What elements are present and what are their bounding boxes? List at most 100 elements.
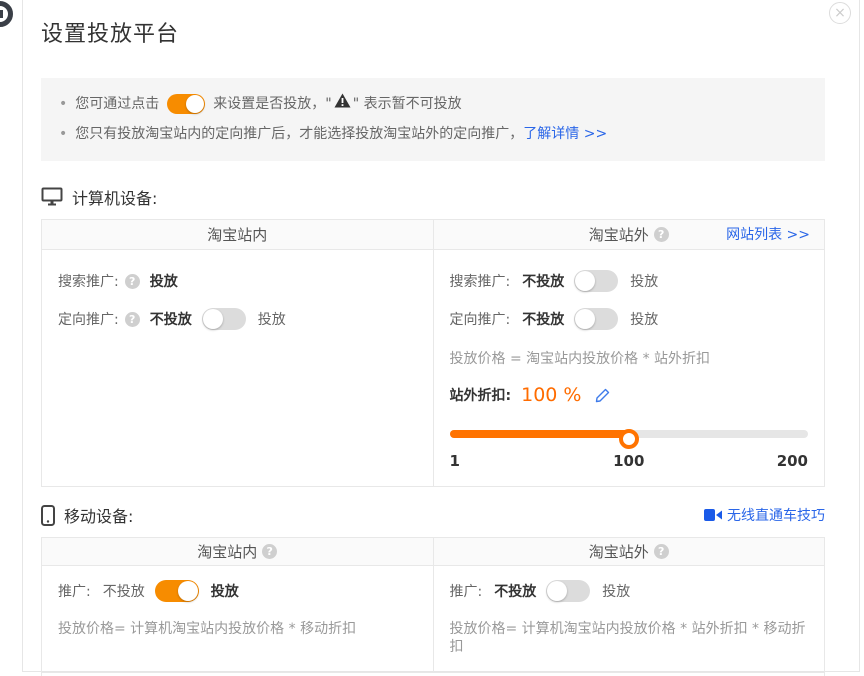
toggle-knob	[186, 95, 204, 113]
header-label: 淘宝站内	[207, 224, 267, 245]
promo-on-label: 投放	[211, 581, 239, 601]
header-label: 淘宝站外	[589, 541, 649, 562]
mobile-onsite-formula: 投放价格= 计算机淘宝站内投放价格 * 移动折扣	[58, 620, 417, 638]
mobile-section-title: 移动设备:	[64, 503, 133, 527]
wireless-tips-link[interactable]: 无线直通车技巧	[704, 505, 825, 525]
target-promo-row: 定向推广: ? 不投放 投放	[58, 308, 417, 330]
slider-max-label: 200	[777, 452, 808, 470]
screen: × 设置投放平台 • 您可通过点击 来设置是否投放，" " 表示暂不可投放 •	[0, 0, 864, 676]
computer-table-body: 搜索推广: ? 投放 定向推广: ? 不投放 投放	[42, 250, 824, 486]
search-promo-state: 投放	[150, 271, 178, 291]
notice-line-1: • 您可通过点击 来设置是否投放，" " 表示暂不可投放	[57, 91, 809, 117]
slider-mid-label: 100	[613, 452, 644, 470]
offsite-price-formula: 投放价格 = 淘宝站内投放价格 * 站外折扣	[450, 350, 809, 368]
close-icon[interactable]: ×	[829, 2, 851, 24]
target-off-label: 不投放	[150, 309, 192, 329]
slider-handle[interactable]	[619, 429, 639, 449]
search-promo-label: 搜索推广:	[58, 271, 119, 291]
help-icon[interactable]: ?	[125, 312, 140, 327]
set-platform-dialog: × 设置投放平台 • 您可通过点击 来设置是否投放，" " 表示暂不可投放 •	[22, 0, 860, 672]
wireless-tips-label: 无线直通车技巧	[727, 505, 825, 525]
search-on-label: 投放	[630, 271, 658, 291]
mobile-offsite-formula: 投放价格= 计算机淘宝站内投放价格 * 站外折扣 * 移动折扣	[450, 620, 809, 656]
help-icon[interactable]: ?	[654, 544, 669, 559]
target-on-label: 投放	[630, 309, 658, 329]
search-promo-toggle[interactable]	[574, 270, 618, 292]
mobile-table: 淘宝站内 ? 淘宝站外 ? 推广: 不投放	[41, 537, 825, 676]
toggle-knob	[178, 581, 198, 601]
cutoff-help-bubble-icon[interactable]	[0, 1, 13, 27]
promo-label: 推广:	[58, 581, 91, 601]
monitor-icon	[41, 187, 63, 207]
target-promo-toggle[interactable]	[574, 308, 618, 330]
slider-fill	[450, 430, 629, 438]
promo-on-label: 投放	[602, 581, 630, 601]
search-promo-row: 搜索推广: 不投放 投放	[450, 270, 809, 292]
computer-table: 淘宝站内 淘宝站外 ? 网站列表 >> 搜索推广: ? 投放	[41, 219, 825, 487]
warning-triangle-icon	[334, 91, 351, 117]
computer-section-header: 计算机设备:	[41, 185, 825, 209]
promo-off-label: 不投放	[494, 581, 536, 601]
notice-line-2: • 您只有投放淘宝站内的定向推广后，才能选择投放淘宝站外的定向推广， 了解详情 …	[57, 121, 809, 147]
dialog-title: 设置投放平台	[41, 16, 841, 48]
search-promo-row: 搜索推广: ? 投放	[58, 270, 417, 292]
mobile-discount-row: 移动折扣: % 折扣: 1-400间整数。 1	[42, 672, 824, 676]
promo-off-label: 不投放	[103, 581, 145, 601]
target-promo-toggle[interactable]	[202, 308, 246, 330]
computer-table-header: 淘宝站内 淘宝站外 ? 网站列表 >>	[42, 220, 824, 250]
offsite-discount-label: 站外折扣:	[450, 385, 512, 405]
help-icon[interactable]: ?	[125, 274, 140, 289]
bullet-dot: •	[59, 91, 67, 117]
header-label: 淘宝站外	[589, 224, 649, 245]
notice-text: 来设置是否投放，"	[213, 91, 331, 117]
computer-offsite-cell: 搜索推广: 不投放 投放 定向推广: 不投放 投放 投放价格 = 淘宝站内投放价…	[433, 250, 825, 486]
offsite-slider-labels: 1 100 200	[450, 452, 809, 470]
mobile-table-body: 推广: 不投放 投放 投放价格= 计算机淘宝站内投放价格 * 移动折扣 推广: …	[42, 566, 824, 672]
mobile-onsite-cell: 推广: 不投放 投放 投放价格= 计算机淘宝站内投放价格 * 移动折扣	[42, 566, 433, 672]
phone-icon	[41, 505, 55, 526]
target-promo-label: 定向推广:	[450, 309, 511, 329]
mobile-section-header: 移动设备: 无线直通车技巧	[41, 503, 825, 527]
header-taobao-offsite: 淘宝站外 ?	[433, 538, 825, 565]
offsite-discount-row: 站外折扣: 100 %	[450, 384, 809, 406]
header-label: 淘宝站内	[197, 541, 257, 562]
promo-label: 推广:	[450, 581, 483, 601]
computer-onsite-cell: 搜索推广: ? 投放 定向推广: ? 不投放 投放	[42, 250, 433, 486]
target-promo-label: 定向推广:	[58, 309, 119, 329]
notice-text: " 表示暂不可投放	[353, 91, 462, 117]
promo-toggle[interactable]	[546, 580, 590, 602]
promo-toggle[interactable]	[155, 580, 199, 602]
target-on-label: 投放	[258, 309, 286, 329]
learn-more-link[interactable]: 了解详情 >>	[523, 121, 607, 147]
notice-box: • 您可通过点击 来设置是否投放，" " 表示暂不可投放 • 您只有投放淘宝站内…	[41, 78, 825, 161]
computer-section-title: 计算机设备:	[72, 185, 157, 209]
mobile-offsite-cell: 推广: 不投放 投放 投放价格= 计算机淘宝站内投放价格 * 站外折扣 * 移动…	[433, 566, 825, 672]
help-icon[interactable]: ?	[262, 544, 277, 559]
notice-text: 您只有投放淘宝站内的定向推广后，才能选择投放淘宝站外的定向推广，	[75, 121, 523, 147]
target-off-label: 不投放	[522, 309, 564, 329]
header-taobao-onsite: 淘宝站内	[42, 220, 433, 249]
search-promo-label: 搜索推广:	[450, 271, 511, 291]
toggle-knob	[575, 271, 595, 291]
toggle-knob	[547, 581, 567, 601]
bullet-dot: •	[59, 121, 67, 147]
mobile-table-header: 淘宝站内 ? 淘宝站外 ?	[42, 538, 824, 566]
offsite-discount-value: 100 %	[521, 384, 581, 406]
help-icon[interactable]: ?	[654, 227, 669, 242]
video-icon	[704, 509, 722, 521]
offsite-discount-slider	[450, 424, 809, 444]
notice-text: 您可通过点击	[75, 91, 159, 117]
search-off-label: 不投放	[522, 271, 564, 291]
header-taobao-onsite: 淘宝站内 ?	[42, 538, 433, 565]
header-taobao-offsite: 淘宝站外 ? 网站列表 >>	[433, 220, 825, 249]
promo-row: 推广: 不投放 投放	[58, 580, 417, 602]
target-promo-row: 定向推广: 不投放 投放	[450, 308, 809, 330]
example-toggle[interactable]	[167, 94, 205, 114]
slider-min-label: 1	[450, 452, 460, 470]
slider-track[interactable]	[450, 430, 809, 438]
edit-pencil-icon[interactable]	[595, 388, 610, 403]
promo-row: 推广: 不投放 投放	[450, 580, 809, 602]
toggle-knob	[575, 309, 595, 329]
toggle-knob	[203, 309, 223, 329]
site-list-link[interactable]: 网站列表 >>	[726, 220, 810, 250]
